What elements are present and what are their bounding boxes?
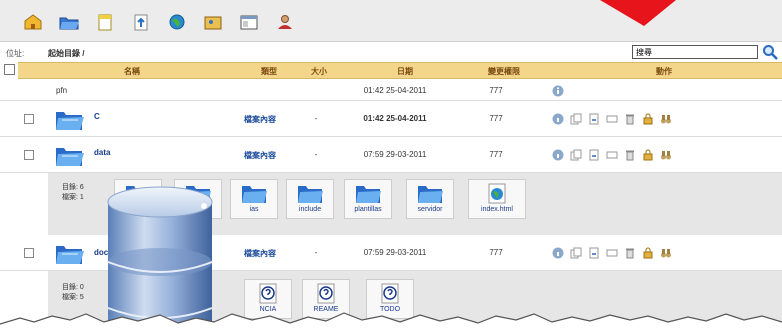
search-icon[interactable] [762, 44, 778, 60]
preview-item[interactable]: servidor [406, 179, 454, 219]
folder-icon [242, 186, 267, 203]
path-label: 位址: [6, 49, 25, 58]
table-row[interactable]: pfn 01:42 25-04-2011 777 [0, 79, 782, 101]
table-header: 名稱 類型 大小 日期 變更權限 動作 [18, 62, 782, 79]
row-date: 07:59 29-03-2011 [363, 150, 427, 159]
table-row[interactable]: C 檔案內容 - 01:42 25-04-2011 777 [0, 101, 782, 137]
move-icon[interactable] [588, 148, 600, 161]
lock-icon[interactable] [642, 112, 654, 125]
binoculars-icon[interactable] [660, 246, 672, 258]
path-value[interactable]: 起始目錄 / [48, 48, 84, 59]
binoculars-icon[interactable] [660, 112, 672, 124]
folder-icon [356, 186, 381, 203]
header-actions: 動作 [656, 67, 672, 76]
row-actions [552, 148, 678, 162]
row-permissions: 777 [489, 86, 503, 95]
copy-icon[interactable] [570, 246, 582, 259]
row-name[interactable]: pfn [56, 86, 67, 95]
binoculars-icon[interactable] [660, 148, 672, 160]
row-permissions: 777 [489, 114, 503, 123]
directory-count: 目錄: 0 [62, 284, 84, 291]
move-icon[interactable] [588, 112, 600, 125]
row-actions [552, 246, 678, 260]
file-manager-screen: 位址: 起始目錄 / 名稱 類型 大小 日期 變更權限 動作 pfn 01:42… [0, 0, 782, 332]
rename-icon[interactable] [606, 112, 618, 124]
row-checkbox[interactable] [24, 248, 34, 258]
row-permissions: 777 [489, 248, 503, 257]
move-icon[interactable] [588, 246, 600, 259]
info-icon[interactable] [552, 112, 564, 125]
new-document-icon[interactable] [94, 12, 116, 32]
folder-icon[interactable] [54, 142, 84, 168]
copy-icon[interactable] [570, 112, 582, 125]
preview-item[interactable]: ias [230, 179, 278, 219]
folder-icon [298, 186, 323, 203]
preview-item-label: plantillas [354, 206, 382, 213]
row-type: 檔案內容 [244, 115, 276, 124]
delete-icon[interactable] [624, 148, 636, 161]
folder-icon [418, 186, 443, 203]
row-date: 01:42 25-04-2011 [363, 114, 427, 123]
preview-item[interactable]: plantillas [344, 179, 392, 219]
header-date[interactable]: 日期 [370, 66, 440, 77]
rename-icon[interactable] [606, 148, 618, 160]
info-icon[interactable] [552, 84, 564, 97]
info-icon[interactable] [552, 148, 564, 161]
home-icon[interactable] [22, 12, 44, 32]
row-date: 07:59 29-03-2011 [363, 248, 427, 257]
delete-icon[interactable] [624, 246, 636, 259]
preview-item[interactable]: index.html [468, 179, 526, 219]
header-type[interactable]: 類型 [244, 66, 294, 77]
preview-item-label: index.html [481, 206, 513, 213]
preview-item-label: ias [249, 206, 259, 213]
row-permissions: 777 [489, 150, 503, 159]
row-actions [552, 84, 570, 98]
image-folder-icon[interactable] [202, 12, 224, 32]
red-banner-shape [600, 0, 676, 26]
user-icon[interactable] [274, 12, 296, 32]
preview-item-label: include [298, 206, 322, 213]
header-name[interactable]: 名稱 [102, 66, 162, 77]
preview-item[interactable]: include [286, 179, 334, 219]
row-date: 01:42 25-04-2011 [363, 86, 427, 95]
select-all-checkbox[interactable] [4, 64, 15, 75]
copy-icon[interactable] [570, 148, 582, 161]
row-size: - [314, 114, 318, 123]
folder-icon[interactable] [54, 106, 84, 132]
delete-icon[interactable] [624, 112, 636, 125]
folder-icon[interactable] [54, 240, 84, 266]
lock-icon[interactable] [642, 246, 654, 259]
header-size[interactable]: 大小 [304, 66, 334, 77]
directory-count: 目錄: 6 [62, 184, 84, 191]
row-checkbox[interactable] [24, 114, 34, 124]
info-icon[interactable] [552, 246, 564, 259]
row-actions [552, 112, 678, 126]
row-name[interactable]: C [94, 112, 100, 121]
search-input[interactable] [632, 45, 758, 59]
preview-item-label: servidor [417, 206, 443, 213]
table-row[interactable]: data 檔案內容 - 07:59 29-03-2011 777 [0, 137, 782, 173]
row-name[interactable]: data [94, 148, 110, 157]
globe-icon[interactable] [166, 12, 188, 32]
file-count: 檔案: 1 [62, 194, 84, 201]
lock-icon[interactable] [642, 148, 654, 161]
rename-icon[interactable] [606, 246, 618, 258]
row-checkbox[interactable] [24, 150, 34, 160]
row-size: - [314, 248, 318, 257]
row-size: - [314, 150, 318, 159]
torn-paper-edge [0, 312, 782, 332]
header-permissions[interactable]: 變更權限 [474, 66, 534, 77]
upload-icon[interactable] [130, 12, 152, 32]
folder-open-icon[interactable] [58, 12, 80, 32]
row-type: 檔案內容 [244, 249, 276, 258]
html-file-icon [488, 183, 506, 204]
window-icon[interactable] [238, 12, 260, 32]
row-type: 檔案內容 [244, 151, 276, 160]
